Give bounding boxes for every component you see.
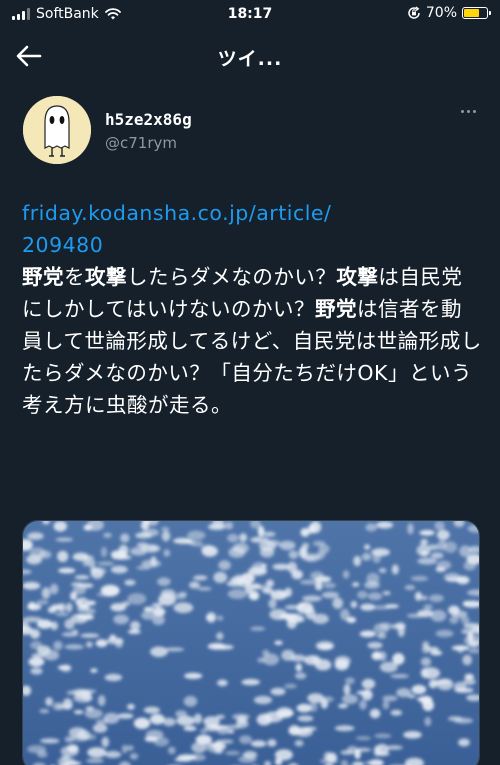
tweet-bold-run: 攻撃 [336,265,379,289]
more-options-button[interactable] [461,110,476,113]
nav-header: ツイ... [0,34,500,78]
tweet-bold-run: 野党 [314,297,357,321]
status-bar: SoftBank 18:17 70% [0,0,500,30]
battery-level [464,9,479,17]
author-handle[interactable]: @c71rym [105,134,177,152]
tweet-text: friday.kodansha.co.jp/article/ 209480 野党… [22,197,482,421]
tweet-link-line2: 209480 [22,233,104,257]
cloudy-sky-image [23,521,479,765]
tweet-detail-screen: SoftBank 18:17 70% ツイ... h5ze2x86g @c71r… [0,0,500,765]
tweet-bold-run: 攻撃 [85,265,127,289]
author-display-name[interactable]: h5ze2x86g [105,110,192,129]
status-right: 70% [407,5,491,21]
orientation-lock-icon [408,6,420,19]
tweet-body-text: 野党を攻撃したらダメなのかい？攻撃は自民党にしかしてはいけないのかい？野党は信者… [22,265,482,417]
battery-icon [462,7,491,19]
tweet-text-run: したらダメなのかい？ [127,265,337,289]
tweet-link-line1: friday.kodansha.co.jp/article/ [22,201,332,225]
tweet-text-run: を [64,265,85,289]
ghost-character-icon [23,96,91,164]
more-horizontal-icon [461,110,464,113]
page-title: ツイ... [217,48,283,70]
tweet-image[interactable] [22,520,480,765]
avatar[interactable] [23,96,91,164]
battery-percent: 70% [425,5,457,21]
tweet-bold-run: 野党 [22,265,64,289]
tweet-link[interactable]: friday.kodansha.co.jp/article/ 209480 [22,197,482,261]
